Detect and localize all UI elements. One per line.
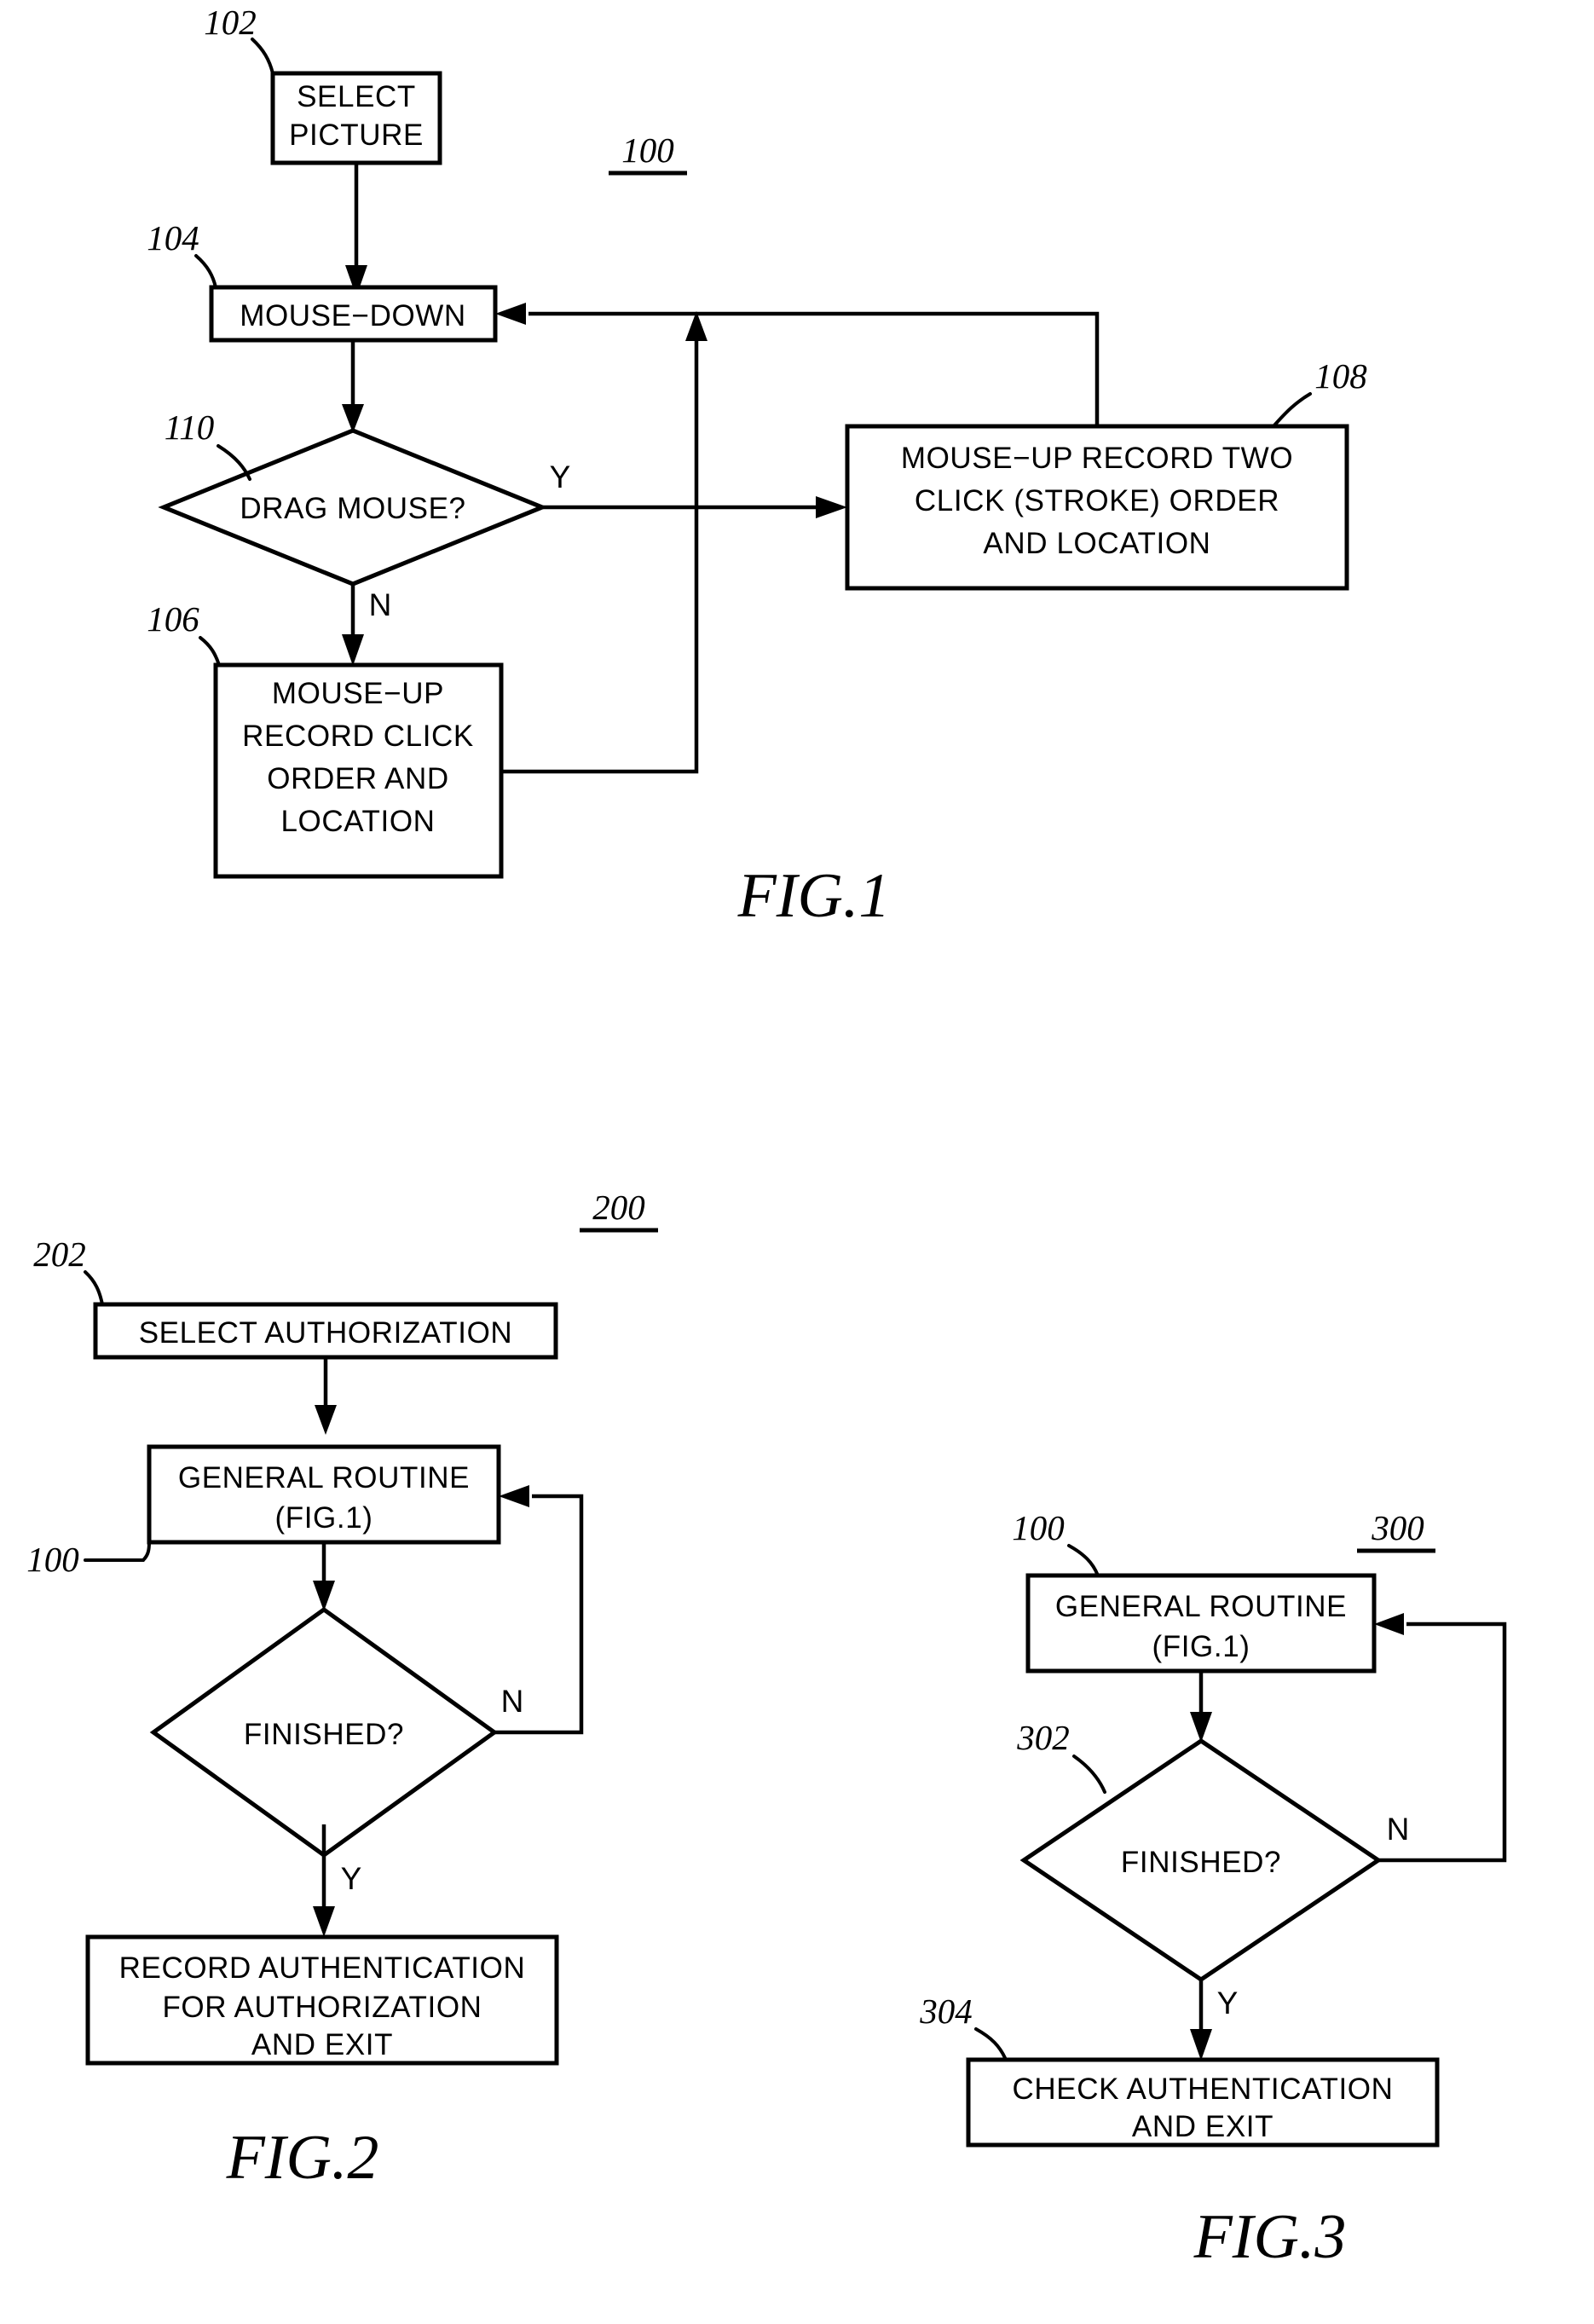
node-202-line-1: SELECT AUTHORIZATION — [139, 1316, 513, 1350]
node-fig2-routine-line-1: GENERAL ROUTINE — [178, 1461, 470, 1494]
node-302-ref: 302 — [1016, 1718, 1070, 1757]
patent-figure-sheet: 100 SELECT PICTURE 102 MOUSE−DOWN 104 DR… — [0, 0, 1594, 2324]
edge-fig2-yes-label: Y — [341, 1861, 362, 1896]
node-302-line-1: FINISHED? — [1121, 1846, 1281, 1879]
node-102-ref: 102 — [204, 3, 257, 42]
node-106-line-1: MOUSE−UP — [272, 677, 444, 710]
node-106-ref: 106 — [147, 599, 199, 639]
node-304-line-1: CHECK AUTHENTICATION — [1013, 2073, 1394, 2106]
node-108-line-1: MOUSE−UP RECORD TWO — [901, 442, 1293, 475]
node-fig2-record-line-3: AND EXIT — [251, 2028, 393, 2061]
node-102-line-2: PICTURE — [289, 119, 424, 152]
node-fig2-record-authentication: RECORD AUTHENTICATION FOR AUTHORIZATION … — [85, 1934, 559, 2066]
node-fig2-record-line-2: FOR AUTHORIZATION — [162, 1991, 482, 2024]
node-110-line-1: DRAG MOUSE? — [240, 492, 465, 525]
fig1-caption: FIG.1 — [737, 861, 891, 931]
fig3-ref-text: 300 — [1371, 1508, 1424, 1547]
node-fig2-finished-line-1: FINISHED? — [244, 1718, 404, 1751]
node-304-ref: 304 — [919, 1992, 973, 2031]
node-104-ref: 104 — [147, 218, 199, 257]
fig2-caption: FIG.2 — [226, 2123, 379, 2193]
node-106-line-2: RECORD CLICK — [242, 720, 474, 753]
figure-canvas: 100 SELECT PICTURE 102 MOUSE−DOWN 104 DR… — [0, 0, 1594, 2324]
node-304-line-2: AND EXIT — [1132, 2110, 1273, 2143]
node-110-ref: 110 — [165, 408, 214, 447]
edge-302-no-label: N — [1387, 1812, 1410, 1847]
node-fig2-routine-line-2: (FIG.1) — [274, 1501, 373, 1535]
edge-302-yes-label: Y — [1217, 1986, 1239, 2020]
fig1-ref-text: 100 — [621, 130, 674, 170]
node-108-line-3: AND LOCATION — [983, 527, 1210, 560]
node-108-line-2: CLICK (STROKE) ORDER — [915, 484, 1279, 517]
node-fig3-routine-ref: 100 — [1012, 1508, 1065, 1547]
edge-fig2-no-label: N — [501, 1684, 524, 1719]
edge-110-yes-label: Y — [550, 460, 571, 494]
node-fig2-routine-ref: 100 — [26, 1540, 79, 1579]
node-108-ref: 108 — [1314, 356, 1367, 396]
node-106-line-4: LOCATION — [280, 805, 435, 838]
edge-110-no-label: N — [369, 587, 392, 622]
node-fig3-routine-line-2: (FIG.1) — [1152, 1630, 1250, 1663]
node-202-ref: 202 — [33, 1234, 86, 1274]
node-102-line-1: SELECT — [297, 80, 416, 113]
node-fig3-routine-line-1: GENERAL ROUTINE — [1055, 1590, 1347, 1623]
node-104-line-1: MOUSE−DOWN — [240, 299, 466, 332]
node-fig2-record-line-1: RECORD AUTHENTICATION — [119, 1951, 526, 1985]
node-106-line-3: ORDER AND — [267, 762, 449, 795]
fig2-ref-text: 200 — [592, 1188, 645, 1227]
fig3-caption: FIG.3 — [1193, 2202, 1347, 2272]
